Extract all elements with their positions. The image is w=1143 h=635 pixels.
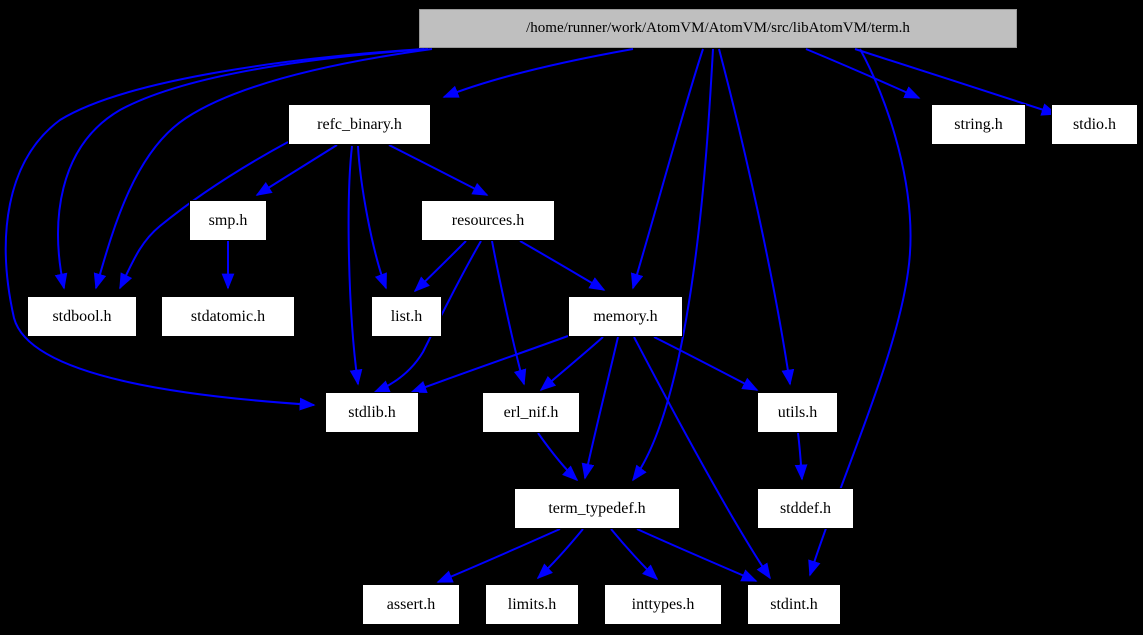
graph-node-label-stdint: stdint.h	[770, 595, 818, 613]
graph-node-label-smp: smp.h	[208, 211, 248, 229]
graph-node-refc_binary[interactable]: refc_binary.h	[288, 104, 431, 145]
graph-edge-memory-to-term_typedef	[581, 336, 619, 480]
graph-node-string[interactable]: string.h	[931, 104, 1026, 145]
graph-edge-memory-to-erl_nif	[539, 336, 604, 392]
graph-node-stdatomic[interactable]: stdatomic.h	[161, 296, 295, 337]
graph-node-stdbool[interactable]: stdbool.h	[27, 296, 137, 337]
graph-edge-term-to-stdbool	[93, 48, 433, 290]
graph-node-memory[interactable]: memory.h	[568, 296, 683, 337]
graph-edge-memory-to-stdlib	[410, 335, 569, 393]
graph-node-limits[interactable]: limits.h	[485, 584, 579, 625]
graph-node-label-limits: limits.h	[507, 595, 557, 613]
graph-node-label-utils: utils.h	[777, 403, 818, 421]
graph-edge-refc_binary-to-stdlib	[347, 145, 363, 386]
graph-node-label-stdio: stdio.h	[1072, 115, 1117, 133]
include-dependency-graph: /home/runner/work/AtomVM/AtomVM/src/libA…	[0, 0, 1143, 635]
graph-edge-term_typedef-to-inttypes	[610, 528, 659, 581]
graph-edge-term-to-string	[805, 48, 921, 99]
graph-node-utils[interactable]: utils.h	[757, 392, 838, 433]
graph-node-resources[interactable]: resources.h	[421, 200, 555, 241]
graph-edge-resources-to-memory	[519, 240, 606, 291]
graph-node-label-list: list.h	[390, 307, 423, 325]
graph-node-label-term: /home/runner/work/AtomVM/AtomVM/src/libA…	[526, 20, 910, 36]
graph-edge-memory-to-utils	[653, 336, 759, 391]
graph-node-label-erl_nif: erl_nif.h	[503, 403, 559, 421]
graph-node-label-memory: memory.h	[593, 307, 658, 325]
graph-node-label-inttypes: inttypes.h	[631, 595, 695, 613]
graph-edge-utils-to-stddef	[794, 432, 808, 481]
graph-node-stdint[interactable]: stdint.h	[747, 584, 841, 625]
graph-edge-refc_binary-to-list	[357, 145, 387, 290]
graph-edge-erl_nif-to-term_typedef	[537, 432, 579, 482]
graph-node-label-refc_binary: refc_binary.h	[317, 115, 402, 133]
graph-node-label-assert: assert.h	[386, 595, 436, 613]
graph-node-label-term_typedef: term_typedef.h	[548, 499, 646, 517]
graph-node-inttypes[interactable]: inttypes.h	[604, 584, 722, 625]
graph-edge-resources-to-erl_nif	[491, 240, 527, 386]
graph-node-stdio[interactable]: stdio.h	[1051, 104, 1138, 145]
graph-node-smp[interactable]: smp.h	[189, 200, 267, 241]
graph-edge-refc_binary-to-resources	[388, 144, 489, 196]
graph-node-list[interactable]: list.h	[371, 296, 442, 337]
graph-edge-term-to-refc_binary	[442, 48, 634, 98]
graph-edge-memory-to-stdint	[633, 336, 771, 580]
graph-edge-term-to-utils	[718, 48, 795, 386]
graph-node-term_typedef[interactable]: term_typedef.h	[514, 488, 680, 529]
graph-node-term[interactable]: /home/runner/work/AtomVM/AtomVM/src/libA…	[419, 9, 1017, 48]
graph-node-label-stddef: stddef.h	[779, 499, 832, 517]
graph-edge-term-to-term_typedef	[632, 48, 714, 482]
graph-node-label-string: string.h	[954, 115, 1003, 133]
graph-node-stdlib[interactable]: stdlib.h	[325, 392, 419, 433]
graph-node-label-stdbool: stdbool.h	[52, 307, 112, 325]
graph-node-label-stdlib: stdlib.h	[348, 403, 396, 421]
graph-node-stddef[interactable]: stddef.h	[757, 488, 854, 529]
graph-node-erl_nif[interactable]: erl_nif.h	[482, 392, 580, 433]
graph-node-label-resources: resources.h	[451, 211, 525, 229]
graph-node-assert[interactable]: assert.h	[362, 584, 460, 625]
graph-edge-term-to-memory	[630, 48, 704, 290]
graph-edge-term_typedef-to-stdint	[636, 528, 758, 582]
graph-node-label-stdatomic: stdatomic.h	[190, 307, 266, 325]
